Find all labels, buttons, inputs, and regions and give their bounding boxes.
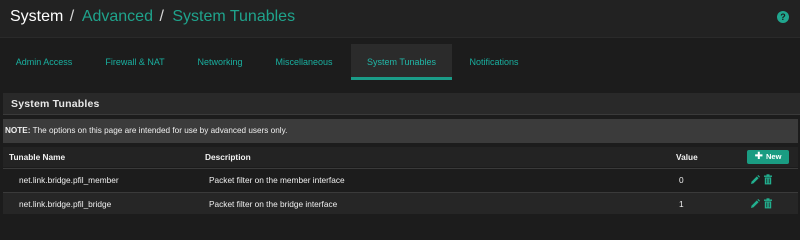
tab-miscellaneous[interactable]: Miscellaneous (262, 44, 346, 80)
row-actions (750, 174, 773, 185)
trash-icon[interactable] (763, 174, 773, 185)
table-header: Tunable Name Description Value ✚ New (3, 147, 798, 167)
breadcrumb-separator: / (69, 8, 75, 25)
note-text: The options on this page are intended fo… (32, 126, 288, 135)
breadcrumb-separator: / (159, 8, 164, 25)
advanced-users-note: NOTE: The options on this page are inten… (3, 119, 798, 143)
trash-icon[interactable] (763, 198, 773, 209)
plus-icon: ✚ (754, 151, 763, 162)
tunable-description: Packet filter on the member interface (209, 175, 345, 185)
column-description: Description (205, 152, 251, 162)
panel-heading: System Tunables (3, 93, 800, 115)
tunable-name: net.link.bridge.pfil_member (19, 175, 119, 185)
new-button-label: New (765, 152, 782, 161)
tunable-description: Packet filter on the bridge interface (209, 199, 338, 209)
row-actions (750, 198, 773, 209)
column-tunable-name: Tunable Name (9, 152, 66, 162)
table-row: net.link.bridge.pfil_bridge Packet filte… (3, 192, 798, 214)
new-tunable-button[interactable]: ✚ New (747, 150, 789, 164)
tab-admin-access[interactable]: Admin Access (0, 44, 88, 80)
tab-firewall-nat[interactable]: Firewall & NAT (92, 44, 178, 80)
tunable-value: 0 (679, 175, 684, 185)
tab-bar: Admin Access Firewall & NAT Networking M… (0, 44, 800, 80)
column-value: Value (676, 152, 698, 162)
pencil-icon[interactable] (750, 198, 760, 209)
tab-notifications[interactable]: Notifications (456, 44, 532, 80)
note-label: NOTE: (5, 126, 31, 135)
breadcrumb: System / Advanced / System Tunables (10, 7, 295, 27)
top-bar: System / Advanced / System Tunables ? (0, 0, 800, 38)
question-circle-icon[interactable]: ? (777, 11, 789, 23)
breadcrumb-system: System (10, 8, 64, 25)
breadcrumb-advanced[interactable]: Advanced (82, 8, 153, 25)
pencil-icon[interactable] (750, 174, 760, 185)
tunable-name: net.link.bridge.pfil_bridge (19, 199, 112, 209)
breadcrumb-system-tunables[interactable]: System Tunables (172, 8, 295, 25)
panel-title: System Tunables (11, 98, 100, 110)
tab-networking[interactable]: Networking (182, 44, 258, 80)
table-row: net.link.bridge.pfil_member Packet filte… (3, 168, 798, 190)
tunable-value: 1 (679, 199, 684, 209)
tab-system-tunables[interactable]: System Tunables (351, 44, 452, 80)
